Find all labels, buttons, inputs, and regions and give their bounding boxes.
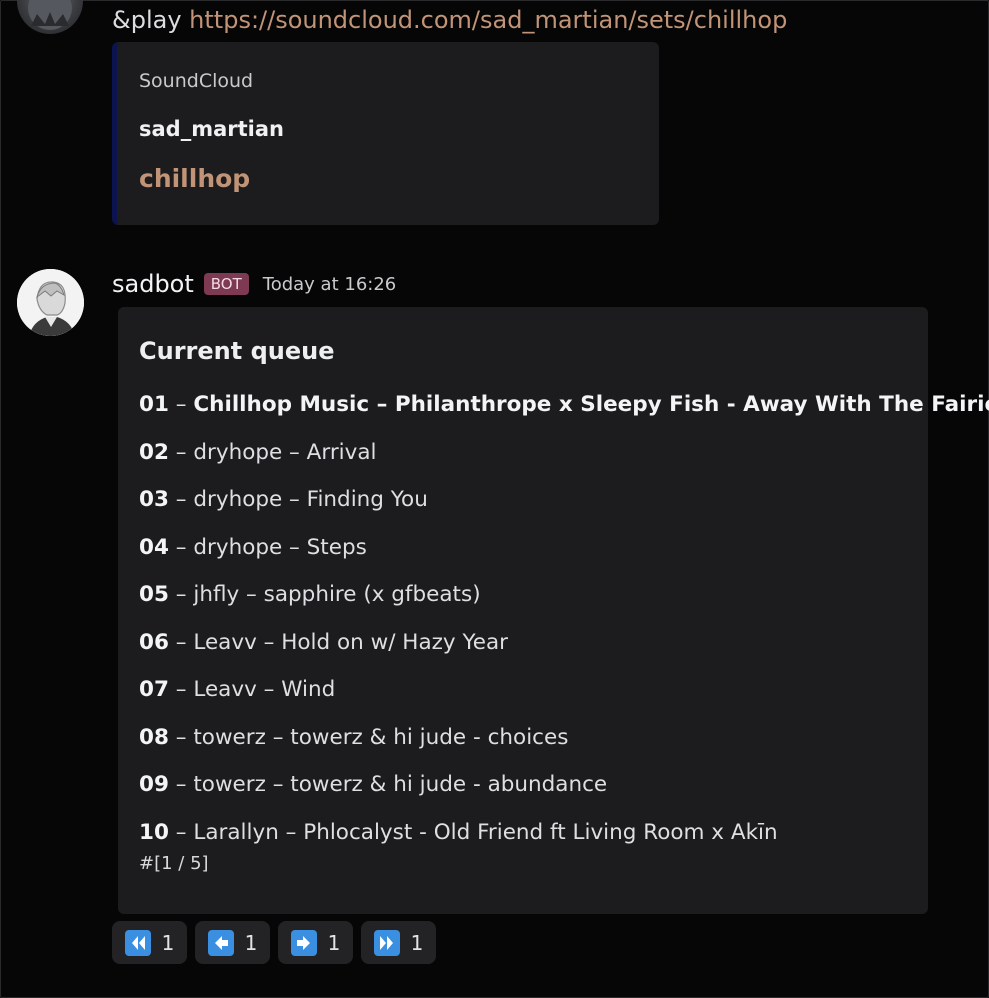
embed-author[interactable]: sad_martian — [139, 117, 284, 141]
bot-badge: BOT — [203, 273, 249, 295]
last-page-icon — [373, 929, 400, 956]
queue-item-number: 08 — [139, 724, 169, 750]
queue-item-separator: – — [175, 392, 187, 417]
next-page-icon — [290, 929, 317, 956]
command-text: &play — [112, 6, 182, 34]
queue-item-number: 09 — [139, 772, 169, 797]
reaction-count: 1 — [161, 930, 175, 955]
queue-item-title: Chillhop Music – Philanthrope x Sleepy F… — [193, 392, 989, 417]
queue-item-number: 07 — [139, 677, 169, 702]
queue-item-separator: – — [175, 724, 187, 750]
queue-item-number: 05 — [139, 582, 169, 607]
reaction-count: 1 — [327, 930, 341, 955]
soundcloud-link[interactable]: https://soundcloud.com/sad_martian/sets/… — [189, 6, 787, 34]
queue-item-title: Leavv – Hold on w/ Hazy Year — [193, 629, 508, 655]
queue-item-title: jhfly – sapphire (x gfbeats) — [193, 582, 481, 607]
reaction-last-page-button[interactable]: 1 — [361, 921, 436, 964]
queue-item: 07 – Leavv – Wind — [139, 674, 989, 722]
queue-item-title: dryhope – Finding You — [193, 487, 428, 512]
queue-list: 01 – Chillhop Music – Philanthrope x Sle… — [139, 389, 989, 864]
queue-item-separator: – — [175, 629, 187, 655]
queue-item-number: 02 — [139, 439, 169, 465]
reaction-bar: 1 1 1 1 — [112, 921, 444, 964]
reaction-previous-page-button[interactable]: 1 — [195, 921, 270, 964]
command-message-content: &play https://soundcloud.com/sad_martian… — [112, 4, 787, 36]
queue-item-title: towerz – towerz & hi jude - choices — [193, 724, 569, 750]
message-timestamp[interactable]: Today at 16:26 — [263, 274, 396, 295]
queue-item-title: dryhope – Steps — [193, 534, 367, 560]
queue-item-title: Larallyn – Phlocalyst - Old Friend ft Li… — [193, 819, 778, 845]
queue-item-separator: – — [175, 534, 187, 560]
queue-item: 02 – dryhope – Arrival — [139, 437, 989, 485]
queue-item-title: dryhope – Arrival — [193, 439, 377, 465]
queue-item-separator: – — [175, 819, 187, 845]
bot-username[interactable]: sadbot — [112, 270, 194, 298]
queue-item: 01 – Chillhop Music – Philanthrope x Sle… — [139, 389, 989, 437]
queue-item-number: 06 — [139, 629, 169, 655]
queue-item-separator: – — [175, 772, 187, 797]
queue-item: 10 – Larallyn – Phlocalyst - Old Friend … — [139, 817, 989, 865]
queue-item: 04 – dryhope – Steps — [139, 532, 989, 580]
bot-message-header: sadbot BOT Today at 16:26 — [112, 266, 396, 302]
queue-item: 06 – Leavv – Hold on w/ Hazy Year — [139, 627, 989, 675]
queue-item: 08 – towerz – towerz & hi jude - choices — [139, 722, 989, 770]
queue-item-separator: – — [175, 487, 187, 512]
first-page-icon — [124, 929, 151, 956]
queue-item-separator: – — [175, 582, 187, 607]
bot-avatar[interactable] — [17, 269, 84, 336]
reaction-next-page-button[interactable]: 1 — [278, 921, 353, 964]
reaction-count: 1 — [244, 930, 258, 955]
queue-item-number: 01 — [139, 392, 169, 417]
queue-item-number: 10 — [139, 819, 169, 845]
queue-item: 03 – dryhope – Finding You — [139, 484, 989, 532]
reaction-count: 1 — [410, 930, 424, 955]
queue-page-indicator: #[1 / 5] — [139, 853, 209, 874]
queue-embed: Current queue 01 – Chillhop Music – Phil… — [118, 307, 989, 914]
queue-item-number: 04 — [139, 534, 169, 560]
embed-title-link[interactable]: chillhop — [139, 164, 250, 193]
queue-item-title: towerz – towerz & hi jude - abundance — [193, 772, 608, 797]
queue-item-separator: – — [175, 677, 187, 702]
queue-item-title: Leavv – Wind — [193, 677, 336, 702]
queue-title: Current queue — [139, 337, 335, 365]
queue-item: 09 – towerz – towerz & hi jude - abundan… — [139, 769, 989, 817]
previous-page-icon — [207, 929, 234, 956]
queue-item: 05 – jhfly – sapphire (x gfbeats) — [139, 579, 989, 627]
soundcloud-embed: SoundCloud sad_martian chillhop — [112, 42, 659, 225]
anime-character-avatar-icon — [17, 269, 84, 336]
reaction-first-page-button[interactable]: 1 — [112, 921, 187, 964]
embed-provider[interactable]: SoundCloud — [139, 70, 253, 92]
queue-item-separator: – — [175, 439, 187, 465]
queue-item-number: 03 — [139, 487, 169, 512]
